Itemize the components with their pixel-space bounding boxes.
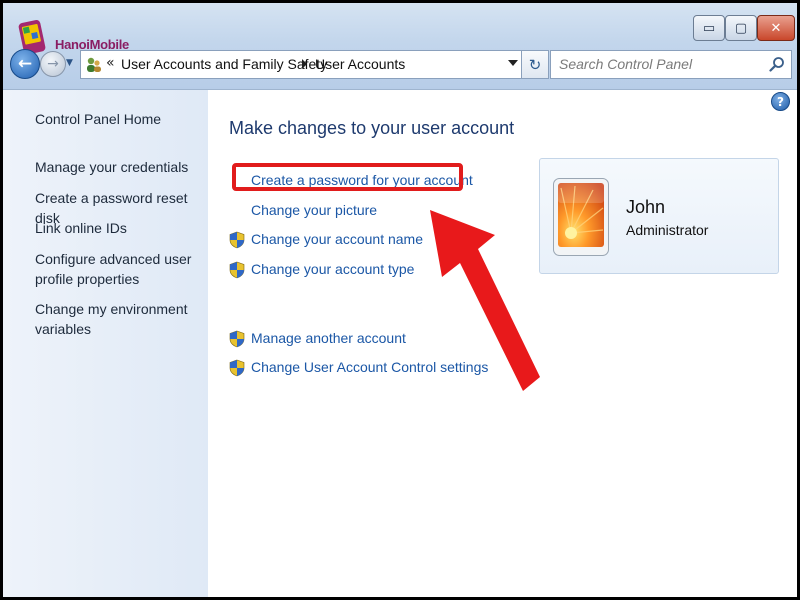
search-placeholder: Search Control Panel: [559, 56, 693, 72]
link-online-ids-link[interactable]: Link online IDs: [35, 218, 195, 238]
search-input[interactable]: Search Control Panel: [550, 50, 792, 79]
address-bar[interactable]: « User Accounts and Family Safety User A…: [80, 50, 525, 79]
annotation-arrow-icon: [430, 210, 540, 391]
avatar[interactable]: [553, 178, 609, 256]
refresh-icon: ↻: [528, 55, 542, 74]
close-button[interactable]: ✕: [757, 15, 795, 41]
uac-shield-icon: [229, 231, 245, 249]
forward-button[interactable]: →: [40, 51, 66, 77]
recent-pages-dropdown-icon[interactable]: ▼: [66, 58, 73, 68]
breadcrumb-user-accounts[interactable]: User Accounts: [315, 56, 405, 72]
control-panel-home-link[interactable]: Control Panel Home: [35, 109, 195, 129]
back-button[interactable]: ←: [10, 49, 40, 79]
page-title: Make changes to your user account: [229, 118, 515, 138]
user-name: John: [626, 197, 666, 217]
refresh-button[interactable]: ↻: [521, 50, 549, 79]
advanced-profile-properties-link[interactable]: Configure advanced user profile properti…: [35, 249, 195, 289]
search-icon[interactable]: [769, 56, 785, 72]
breadcrumb-separator-icon[interactable]: [302, 59, 307, 69]
environment-variables-link[interactable]: Change my environment variables: [35, 299, 195, 339]
address-dropdown-icon[interactable]: [508, 60, 518, 66]
forward-arrow-icon: →: [47, 56, 59, 72]
uac-shield-icon: [229, 261, 245, 279]
change-account-name-link[interactable]: Change your account name: [251, 231, 423, 247]
user-accounts-icon: [87, 57, 101, 72]
help-icon[interactable]: ?: [771, 92, 790, 111]
manage-credentials-link[interactable]: Manage your credentials: [35, 157, 195, 177]
uac-shield-icon: [229, 359, 245, 377]
address-overflow-chevron[interactable]: «: [106, 55, 115, 71]
uac-shield-icon: [229, 330, 245, 348]
title-bar: HanoiMobile ▭ ▢ ✕ ← → ▼ « User Accounts …: [3, 3, 797, 90]
user-role: Administrator: [626, 222, 709, 238]
change-picture-link[interactable]: Change your picture: [251, 202, 377, 218]
maximize-button[interactable]: ▢: [725, 15, 757, 41]
breadcrumb-user-accounts-family-safety[interactable]: User Accounts and Family Safety: [121, 56, 327, 72]
change-account-type-link[interactable]: Change your account type: [251, 261, 414, 277]
highlight-box: [232, 163, 463, 191]
back-arrow-icon: ←: [17, 54, 33, 74]
manage-another-account-link[interactable]: Manage another account: [251, 330, 406, 346]
minimize-button[interactable]: ▭: [693, 15, 725, 41]
